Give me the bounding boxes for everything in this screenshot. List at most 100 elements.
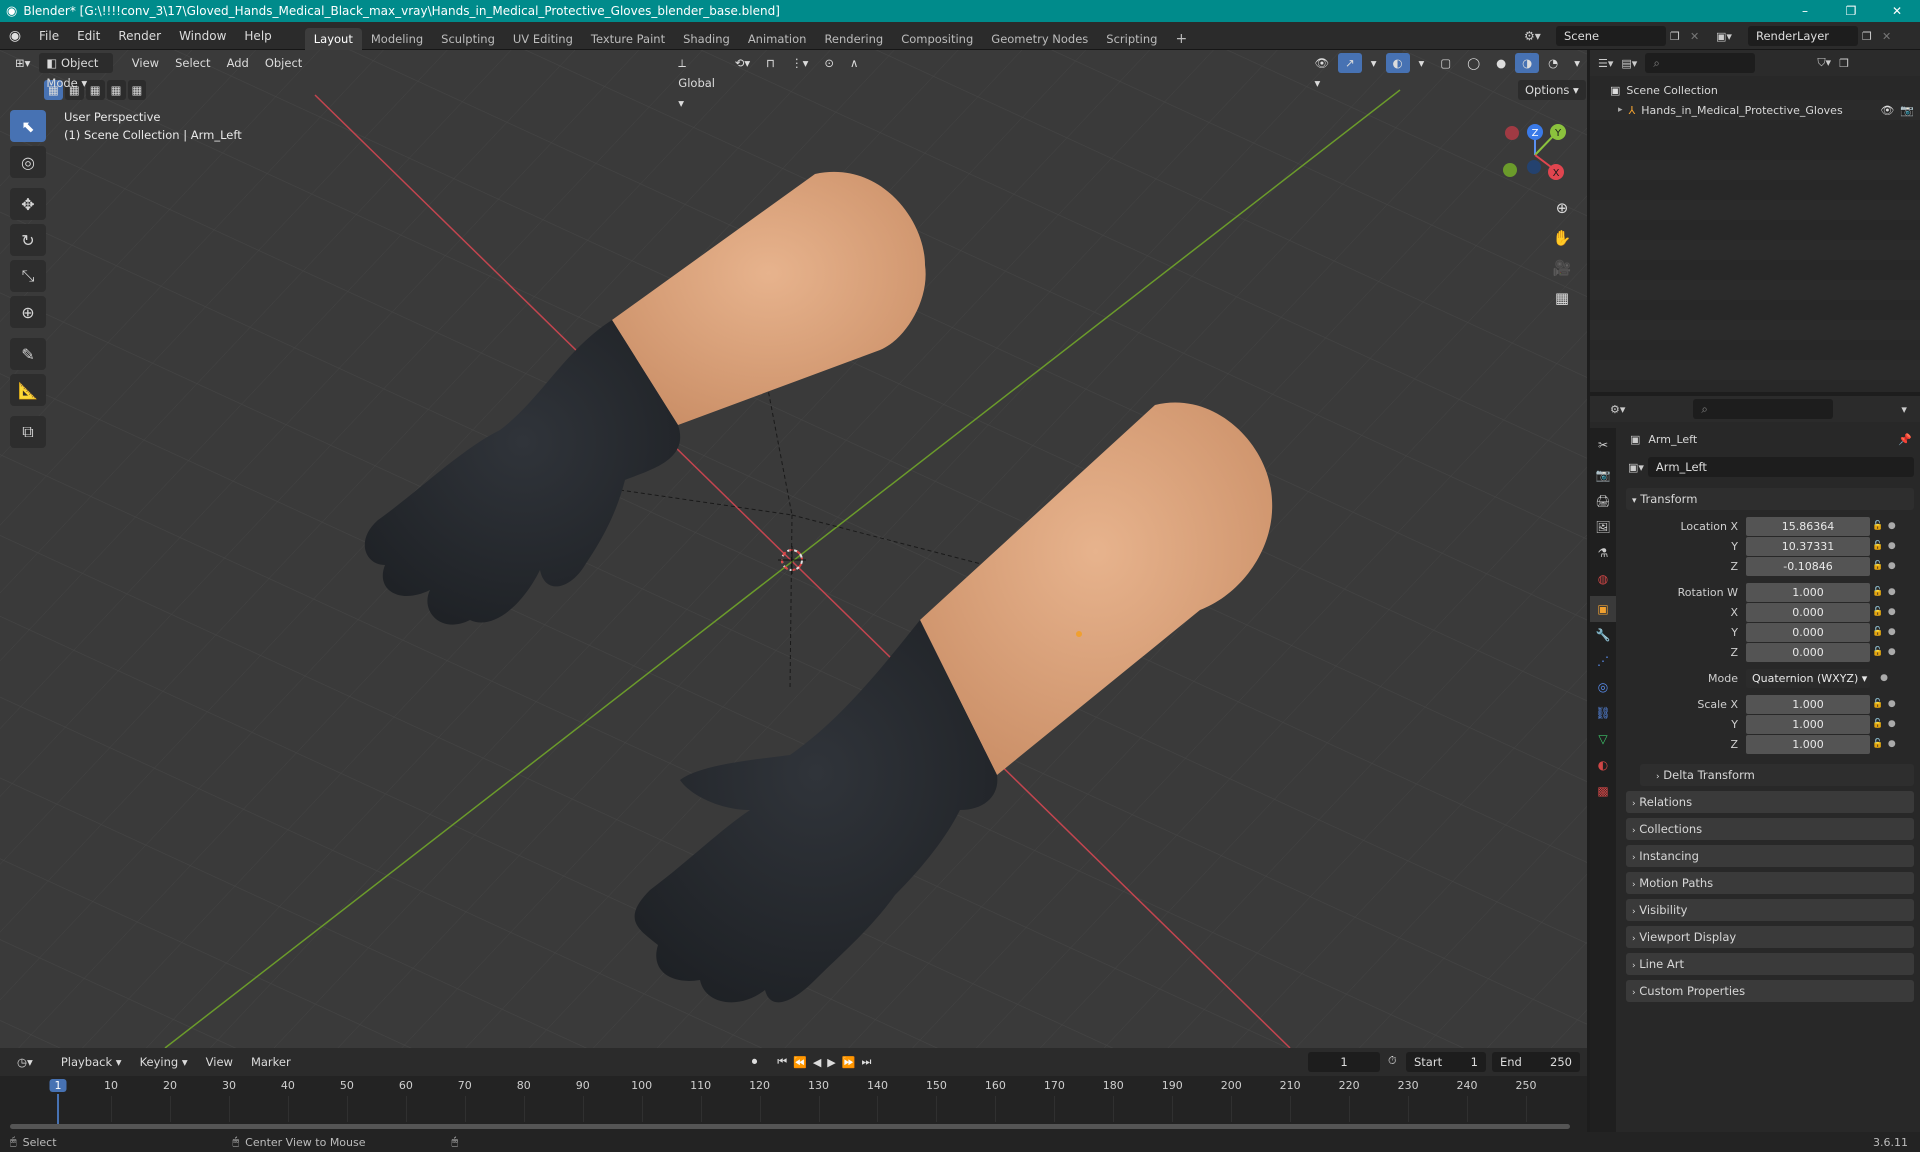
render-tab-icon[interactable]: 📷 bbox=[1590, 462, 1616, 488]
viewport-menu-select[interactable]: Select bbox=[168, 53, 217, 73]
constraints-tab-icon[interactable]: ⛓ bbox=[1590, 700, 1616, 726]
scale-tool-icon[interactable]: ⤡ bbox=[10, 260, 46, 292]
timeline-editor-icon[interactable]: ◷▾ bbox=[10, 1052, 40, 1072]
tab-layout[interactable]: Layout bbox=[304, 27, 362, 50]
select-subtract-icon[interactable]: ▦ bbox=[85, 80, 105, 100]
lock-icon[interactable]: 🔓 bbox=[1872, 739, 1883, 749]
add-workspace-button[interactable]: + bbox=[1166, 28, 1196, 50]
proportional-edit-icon[interactable]: ⊙ bbox=[817, 53, 841, 73]
properties-search-input[interactable]: ⌕ bbox=[1693, 399, 1834, 419]
overlay-dropdown-icon[interactable]: ▾ bbox=[1412, 53, 1432, 73]
tab-sculpting[interactable]: Sculpting bbox=[432, 28, 504, 50]
keying-menu[interactable]: Keying ▾ bbox=[133, 1052, 195, 1072]
particles-tab-icon[interactable]: ⋰ bbox=[1590, 648, 1616, 674]
panel-collections[interactable]: › Collections bbox=[1626, 818, 1914, 840]
xray-icon[interactable]: ▢ bbox=[1433, 53, 1458, 73]
tab-scripting[interactable]: Scripting bbox=[1097, 28, 1166, 50]
tab-animation[interactable]: Animation bbox=[739, 28, 816, 50]
gizmo-dropdown-icon[interactable]: ▾ bbox=[1364, 53, 1384, 73]
new-collection-icon[interactable]: ❐ bbox=[1839, 57, 1849, 70]
lock-icon[interactable]: 🔓 bbox=[1872, 647, 1883, 657]
gizmo-toggle-icon[interactable]: ↗ bbox=[1338, 53, 1362, 73]
options-button[interactable]: Options ▾ bbox=[1518, 80, 1586, 100]
annotate-tool-icon[interactable]: ✎ bbox=[10, 338, 46, 370]
jump-keyframe-back-icon[interactable]: ⏪ bbox=[793, 1056, 807, 1069]
keyframe-dot-icon[interactable]: ● bbox=[1888, 607, 1896, 617]
stopwatch-icon[interactable]: ⏱ bbox=[1388, 1054, 1397, 1068]
camera-view-icon[interactable]: 🎥 bbox=[1548, 254, 1576, 282]
panel-custom-properties[interactable]: › Custom Properties bbox=[1626, 980, 1914, 1002]
play-reverse-icon[interactable]: ◀ bbox=[813, 1056, 821, 1069]
lock-icon[interactable]: 🔓 bbox=[1872, 541, 1883, 551]
scene-collection-row[interactable]: ▣ Scene Collection bbox=[1590, 80, 1920, 100]
marker-menu[interactable]: Marker bbox=[244, 1052, 298, 1072]
add-cube-tool-icon[interactable]: ⧉ bbox=[10, 416, 46, 448]
lock-icon[interactable]: 🔓 bbox=[1872, 561, 1883, 571]
viewport-menu-object[interactable]: Object bbox=[258, 53, 309, 73]
rotation-y-field[interactable]: 0.000 bbox=[1746, 622, 1870, 642]
tab-texture-paint[interactable]: Texture Paint bbox=[582, 28, 674, 50]
keyframe-dot-icon[interactable]: ● bbox=[1888, 627, 1896, 637]
keyframe-dot-icon[interactable]: ● bbox=[1888, 699, 1896, 709]
lock-icon[interactable]: 🔓 bbox=[1872, 699, 1883, 709]
material-tab-icon[interactable]: ◐ bbox=[1590, 752, 1616, 778]
location-y-field[interactable]: 10.37331 bbox=[1746, 536, 1870, 556]
transform-tool-icon[interactable]: ⊕ bbox=[10, 296, 46, 328]
tab-modeling[interactable]: Modeling bbox=[362, 28, 432, 50]
lock-icon[interactable]: 🔓 bbox=[1872, 521, 1883, 531]
snap-target-icon[interactable]: ⋮▾ bbox=[784, 53, 815, 73]
timeline-ruler[interactable]: 1 10 20 30 40 50 60 70 80 90 100 110 120 130 140 150 160… bbox=[0, 1076, 1587, 1132]
move-tool-icon[interactable]: ✥ bbox=[10, 188, 46, 220]
output-tab-icon[interactable]: 🖨 bbox=[1590, 488, 1616, 514]
snap-icon[interactable]: ⊓ bbox=[759, 53, 782, 73]
tool-tab-icon[interactable]: ✂ bbox=[1590, 432, 1616, 458]
object-data-tab-icon[interactable]: ▽ bbox=[1590, 726, 1616, 752]
timeline-scrollbar[interactable] bbox=[10, 1124, 1570, 1129]
new-scene-icon[interactable]: ❐ bbox=[1670, 30, 1686, 43]
display-mode-icon[interactable]: ▤▾ bbox=[1621, 57, 1637, 70]
lock-icon[interactable]: 🔓 bbox=[1872, 627, 1883, 637]
pin-icon[interactable]: 📌 bbox=[1898, 433, 1912, 446]
select-box-tool-icon[interactable]: ⬉ bbox=[10, 110, 46, 142]
tab-compositing[interactable]: Compositing bbox=[892, 28, 982, 50]
scene-field[interactable]: Scene bbox=[1556, 26, 1666, 46]
playhead[interactable] bbox=[57, 1094, 59, 1128]
tab-rendering[interactable]: Rendering bbox=[815, 28, 892, 50]
keyframe-dot-icon[interactable]: ● bbox=[1888, 719, 1896, 729]
blender-menu-icon[interactable]: ◉ bbox=[0, 28, 30, 44]
shading-dropdown-icon[interactable]: ▾ bbox=[1567, 53, 1587, 73]
lock-icon[interactable]: 🔓 bbox=[1872, 587, 1883, 597]
rotation-mode-dropdown[interactable]: Quaternion (WXYZ) ▾ bbox=[1746, 668, 1870, 688]
timeline-view-menu[interactable]: View bbox=[199, 1052, 240, 1072]
properties-options-icon[interactable]: ▾ bbox=[1901, 403, 1907, 416]
keyframe-dot-icon[interactable]: ● bbox=[1880, 673, 1888, 683]
location-x-field[interactable]: 15.86364 bbox=[1746, 516, 1870, 536]
tab-uv-editing[interactable]: UV Editing bbox=[504, 28, 582, 50]
pivot-icon[interactable]: ⟲▾ bbox=[728, 53, 757, 73]
select-invert-icon[interactable]: ▦ bbox=[106, 80, 126, 100]
measure-tool-icon[interactable]: 📐 bbox=[10, 374, 46, 406]
3d-viewport[interactable]: ⊞▾ ◧ Object Mode ▾ View Select Add Objec… bbox=[0, 50, 1587, 1048]
rotation-w-field[interactable]: 1.000 bbox=[1746, 582, 1870, 602]
rotation-x-field[interactable]: 0.000 bbox=[1746, 602, 1870, 622]
delta-transform-panel[interactable]: › Delta Transform bbox=[1640, 764, 1914, 786]
transform-panel-header[interactable]: ▾ Transform bbox=[1626, 488, 1914, 510]
scale-y-field[interactable]: 1.000 bbox=[1746, 714, 1870, 734]
menu-file[interactable]: File bbox=[30, 22, 68, 50]
rotation-z-field[interactable]: 0.000 bbox=[1746, 642, 1870, 662]
menu-edit[interactable]: Edit bbox=[68, 22, 109, 50]
jump-start-icon[interactable]: ⏮ bbox=[777, 1055, 787, 1069]
cursor-tool-icon[interactable]: ◎ bbox=[10, 146, 46, 178]
rendered-shading-icon[interactable]: ◔ bbox=[1541, 53, 1565, 73]
record-icon[interactable]: ⏺ bbox=[752, 1055, 758, 1069]
scale-z-field[interactable]: 1.000 bbox=[1746, 734, 1870, 754]
select-intersect-icon[interactable]: ▦ bbox=[127, 80, 147, 100]
visibility-icon[interactable]: 👁▾ bbox=[1307, 53, 1336, 90]
scene-icon[interactable]: ⚙▾ bbox=[1524, 29, 1552, 43]
camera-render-icon[interactable]: 📷 bbox=[1900, 104, 1914, 117]
location-z-field[interactable]: -0.10846 bbox=[1746, 556, 1870, 576]
panel-visibility[interactable]: › Visibility bbox=[1626, 899, 1914, 921]
scale-x-field[interactable]: 1.000 bbox=[1746, 694, 1870, 714]
texture-tab-icon[interactable]: ▩ bbox=[1590, 778, 1616, 804]
maximize-button[interactable]: ❐ bbox=[1828, 0, 1874, 22]
